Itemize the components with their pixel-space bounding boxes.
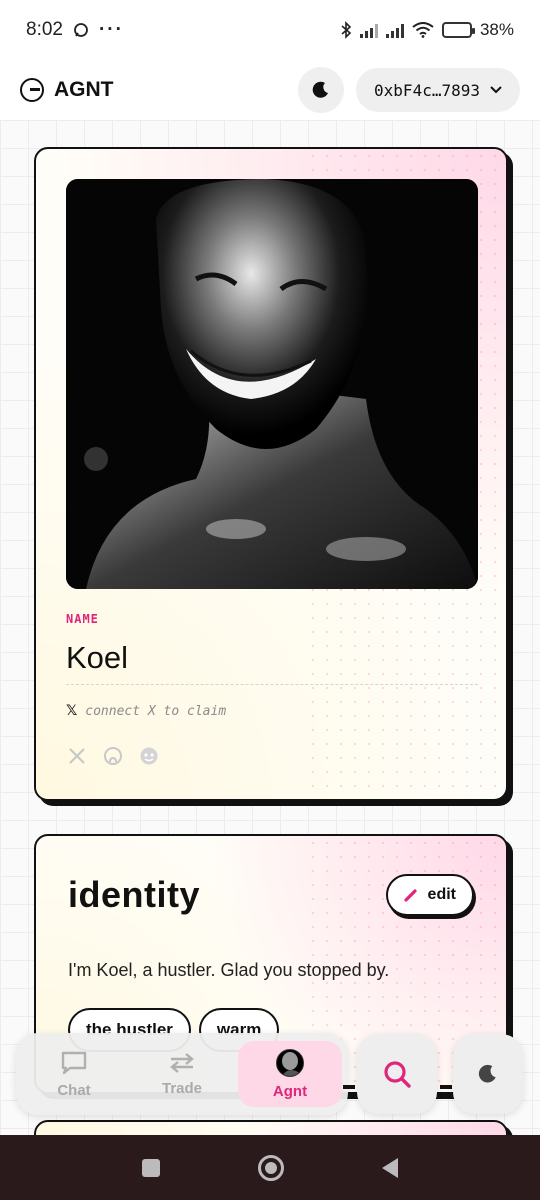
swap-arrows-icon — [170, 1052, 194, 1073]
agent-name: Koel — [66, 640, 129, 675]
search-icon — [384, 1061, 411, 1088]
edit-label: edit — [427, 886, 456, 903]
x-icon: 𝕏 — [66, 703, 78, 719]
bottom-navigation: Chat Trade Agnt — [16, 1033, 348, 1115]
name-label: NAME — [66, 612, 99, 626]
recents-button[interactable] — [142, 1158, 160, 1177]
tab-trade-label: Trade — [161, 1079, 203, 1097]
wallet-button[interactable]: 0xbF4c…7893 — [356, 68, 520, 112]
logo-icon — [20, 78, 44, 102]
tab-agnt[interactable]: Agnt — [238, 1041, 342, 1107]
agent-avatar-image — [66, 179, 478, 589]
signal-icon-2 — [385, 22, 404, 38]
brand-logo[interactable]: AGNT — [20, 78, 114, 102]
theme-toggle-button[interactable] — [298, 67, 345, 113]
profile-card: NAME Koel 𝕏 connect X to claim — [34, 147, 508, 801]
moon-icon — [478, 1064, 496, 1083]
discord-icon[interactable] — [138, 745, 160, 767]
dark-mode-button[interactable] — [453, 1034, 523, 1114]
signal-icon — [359, 22, 378, 38]
github-icon[interactable] — [102, 745, 124, 767]
identity-title: identity — [68, 874, 201, 915]
moon-icon — [312, 81, 329, 98]
chat-icon — [61, 1051, 87, 1074]
wallet-address: 0xbF4c…7893 — [374, 80, 480, 100]
back-button[interactable] — [382, 1157, 398, 1178]
divider — [66, 684, 478, 685]
app-bar: AGNT 0xbF4c…7893 — [0, 60, 540, 120]
identity-bio: I'm Koel, a hustler. Glad you stopped by… — [68, 960, 390, 980]
search-button[interactable] — [357, 1034, 437, 1114]
chevron-down-icon — [490, 86, 502, 94]
connector-dash — [343, 1085, 355, 1089]
more-notifications-icon: ··· — [98, 19, 124, 40]
claim-text: connect X to claim — [85, 703, 227, 719]
system-navigation-bar — [0, 1135, 540, 1200]
bluetooth-icon — [341, 21, 352, 39]
tab-agnt-label: Agnt — [272, 1082, 308, 1100]
x-social-icon[interactable] — [66, 745, 88, 767]
edit-button[interactable]: edit — [385, 874, 474, 916]
wifi-icon — [412, 22, 434, 38]
battery-icon — [441, 22, 475, 38]
tab-chat[interactable]: Chat — [22, 1041, 126, 1107]
connector-dash — [440, 1085, 452, 1089]
tab-chat-label: Chat — [57, 1081, 91, 1099]
agent-avatar-thumb — [276, 1048, 304, 1077]
battery-percent: 38% — [479, 20, 514, 39]
status-time: 8:02 — [26, 19, 63, 40]
tab-trade[interactable]: Trade — [130, 1041, 234, 1107]
pencil-icon — [403, 889, 417, 902]
home-button[interactable] — [258, 1154, 284, 1181]
chat-notification-icon — [74, 23, 88, 37]
claim-link[interactable]: 𝕏 connect X to claim — [66, 703, 226, 719]
brand-name: AGNT — [54, 78, 114, 101]
status-bar: 8:02 ··· 38% — [0, 0, 540, 60]
social-links — [66, 745, 160, 767]
